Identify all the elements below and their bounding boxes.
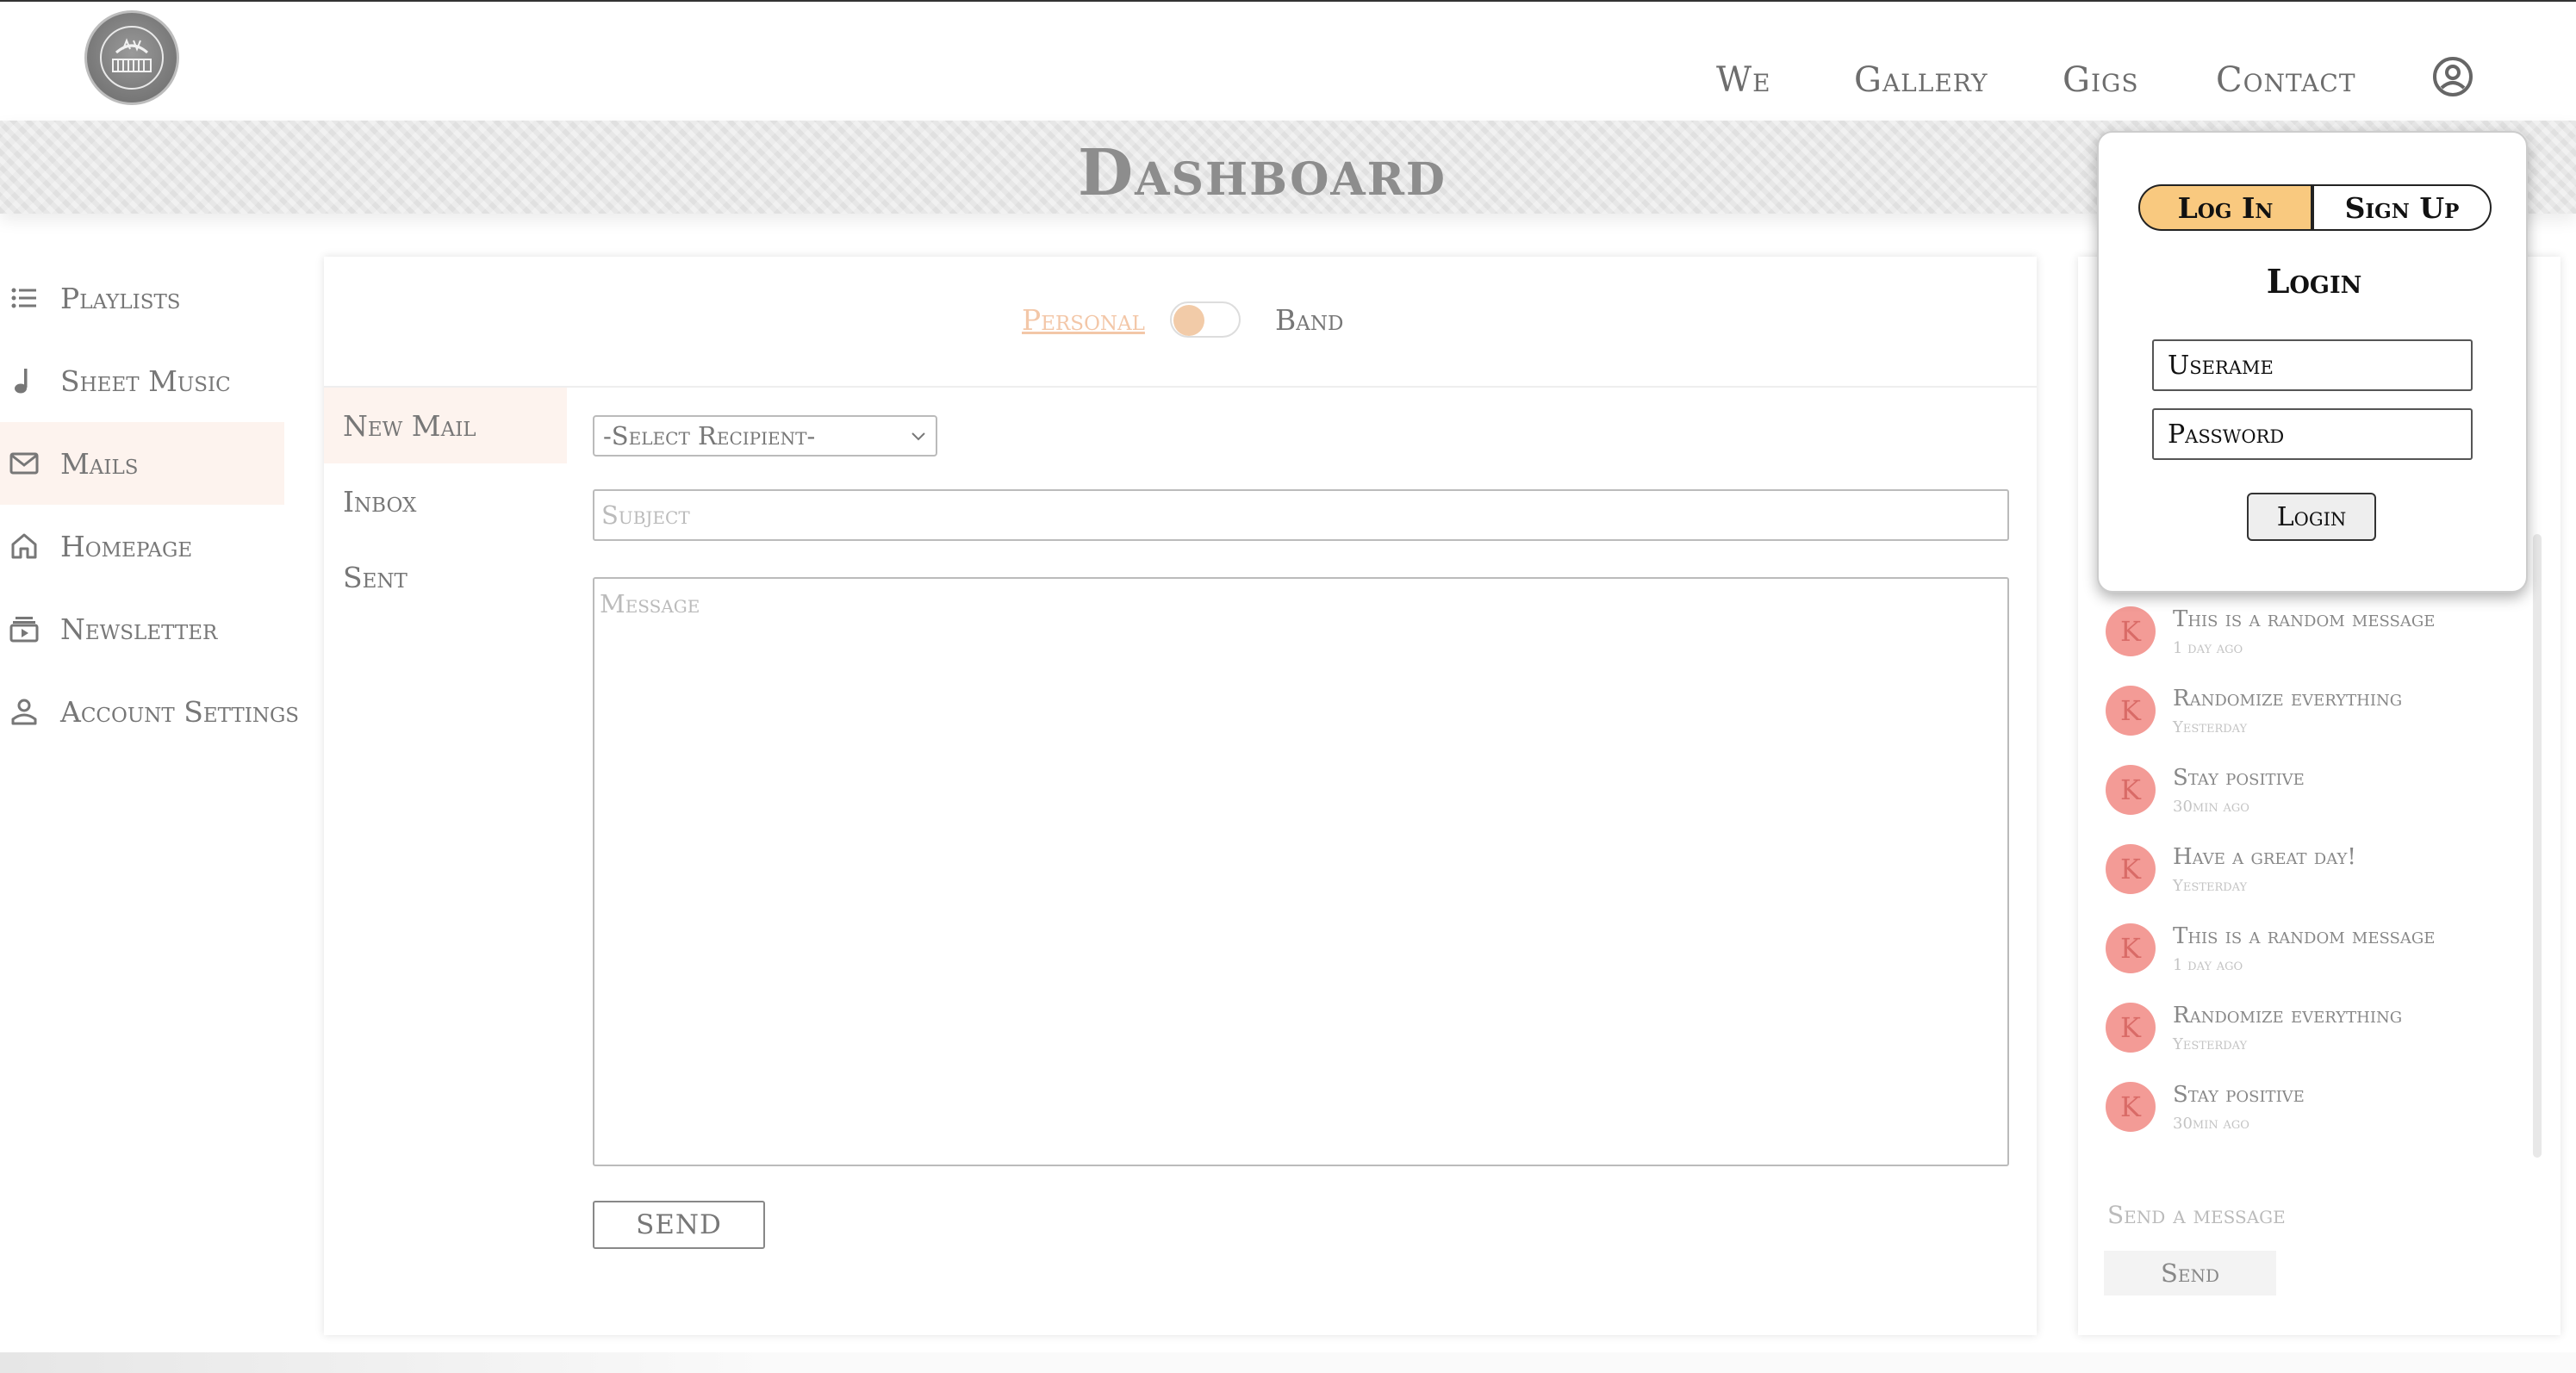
chat-message-time: Yesterday [2173, 718, 2248, 736]
chat-message-text: This is a random message [2173, 923, 2436, 949]
chat-message[interactable]: K Have a great day! Yesterday [2102, 844, 2533, 913]
sidebar-item-playlists[interactable]: Playlists [0, 257, 284, 339]
subject-placeholder: Subject [601, 500, 690, 530]
band-toggle-label[interactable]: Band [1275, 303, 1343, 337]
chat-message-time: 1 day ago [2173, 639, 2243, 657]
music-note-icon [9, 365, 40, 396]
site-header [0, 2, 2576, 121]
chat-message-text: This is a random message [2173, 606, 2436, 632]
sidebar-item-newsletter[interactable]: Newsletter [0, 587, 284, 670]
window-bottom-edge [0, 1352, 2576, 1373]
newsletter-icon [9, 613, 40, 644]
chat-message-input[interactable]: Send a message [2107, 1201, 2286, 1229]
chat-message-text: Stay positive [2173, 1082, 2305, 1108]
nav-contact[interactable]: Contact [2216, 60, 2356, 100]
list-icon [9, 283, 40, 314]
mailbox-toggle-row: Personal Band [324, 257, 2037, 388]
avatar: K [2106, 686, 2156, 736]
chat-scrollbar[interactable] [2533, 534, 2542, 1158]
username-placeholder: Userame [2168, 350, 2274, 381]
mail-menu-label: Inbox [343, 484, 417, 519]
chat-message[interactable]: K Randomize everything Yesterday [2102, 1003, 2533, 1072]
user-circle-icon[interactable] [2431, 55, 2474, 98]
sidebar-item-label: Account Settings [60, 694, 300, 729]
password-placeholder: Password [2168, 419, 2285, 450]
send-mail-button[interactable]: SEND [593, 1201, 765, 1249]
home-icon [9, 531, 40, 562]
message-textarea[interactable]: Message [593, 577, 2009, 1166]
recipient-select[interactable]: -Select Recipient- [593, 415, 937, 457]
chat-message[interactable]: K Stay positive 30min ago [2102, 765, 2533, 834]
chat-message-time: 30min ago [2173, 1115, 2249, 1133]
person-icon [9, 696, 40, 727]
tab-sign-up[interactable]: Sign Up [2312, 184, 2492, 231]
mail-panel: Personal Band New Mail Inbox Sent -Selec… [324, 257, 2037, 1335]
avatar: K [2106, 765, 2156, 815]
chat-message-text: Randomize everything [2173, 1003, 2403, 1028]
logo-emblem-icon [100, 26, 164, 90]
chat-send-button[interactable]: Send [2104, 1251, 2276, 1295]
chat-message[interactable]: K Stay positive 30min ago [2102, 1082, 2533, 1151]
personal-toggle-label[interactable]: Personal [1022, 303, 1145, 337]
mail-menu-new-mail[interactable]: New Mail [324, 388, 567, 463]
switch-knob [1173, 305, 1204, 336]
sidebar-item-label: Sheet Music [60, 363, 231, 398]
nav-gallery[interactable]: Gallery [1854, 60, 1988, 100]
mail-icon [9, 448, 40, 479]
login-title: Login [2266, 262, 2362, 301]
chat-message-time: 1 day ago [2173, 956, 2243, 974]
nav-gigs[interactable]: Gigs [2063, 60, 2139, 100]
subject-input[interactable]: Subject [593, 489, 2009, 541]
chat-message-text: Stay positive [2173, 765, 2305, 791]
mail-menu-label: Sent [343, 560, 408, 594]
message-placeholder: Message [600, 589, 700, 618]
chat-message-text: Have a great day! [2173, 844, 2356, 870]
sidebar-item-sheet-music[interactable]: Sheet Music [0, 339, 284, 422]
chat-message-time: Yesterday [2173, 1035, 2248, 1053]
mail-menu-sent[interactable]: Sent [324, 539, 567, 615]
mail-menu-inbox[interactable]: Inbox [324, 463, 567, 539]
avatar: K [2106, 844, 2156, 894]
avatar: K [2106, 923, 2156, 973]
chevron-down-icon [912, 432, 925, 441]
nav-we[interactable]: We [1716, 60, 1771, 100]
sidebar-item-mails[interactable]: Mails [0, 422, 284, 505]
sidebar-item-account-settings[interactable]: Account Settings [0, 670, 299, 753]
sidebar-item-homepage[interactable]: Homepage [0, 505, 284, 587]
mail-menu-label: New Mail [343, 408, 476, 443]
sidebar-item-label: Homepage [60, 529, 193, 563]
sidebar-item-label: Mails [60, 446, 139, 481]
tab-log-in[interactable]: Log In [2138, 184, 2312, 231]
chat-message-time: Yesterday [2173, 877, 2248, 895]
sidebar-item-label: Playlists [60, 281, 181, 315]
chat-message[interactable]: K This is a random message 1 day ago [2102, 923, 2533, 992]
avatar: K [2106, 1003, 2156, 1053]
chat-message-time: 30min ago [2173, 798, 2249, 816]
recipient-select-value: -Select Recipient- [603, 421, 816, 450]
username-field[interactable]: Userame [2152, 339, 2473, 391]
password-field[interactable]: Password [2152, 408, 2473, 460]
sidebar-item-label: Newsletter [60, 612, 218, 646]
login-popup: Log In Sign Up Login Userame Password Lo… [2097, 131, 2528, 593]
personal-band-switch[interactable] [1170, 301, 1241, 338]
chat-message[interactable]: K Randomize everything Yesterday [2102, 686, 2533, 755]
band-logo[interactable] [84, 10, 179, 105]
chat-message[interactable]: K This is a random message 1 day ago [2102, 606, 2533, 675]
avatar: K [2106, 606, 2156, 656]
chat-message-text: Randomize everything [2173, 686, 2403, 711]
login-button[interactable]: Login [2247, 493, 2376, 541]
avatar: K [2106, 1082, 2156, 1132]
